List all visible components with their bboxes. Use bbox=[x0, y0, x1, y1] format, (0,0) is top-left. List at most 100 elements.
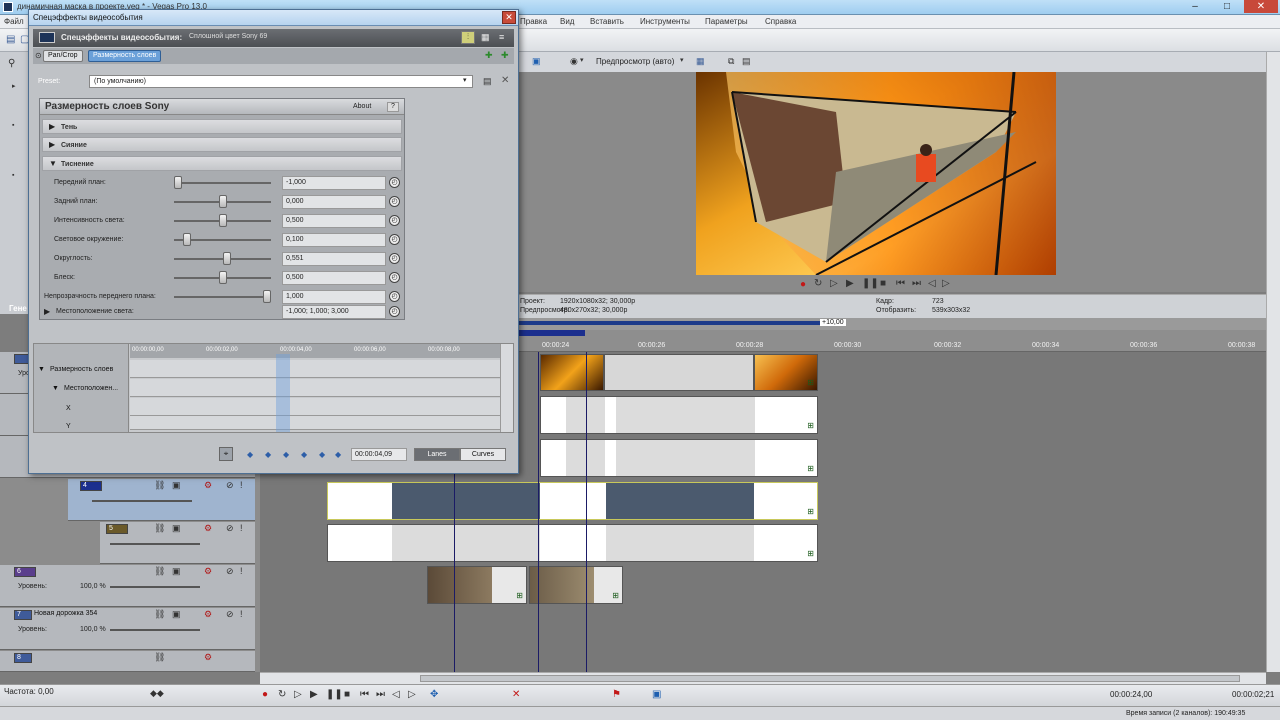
sync-cursor-icon[interactable]: ⌖ bbox=[219, 447, 233, 461]
stop-icon[interactable]: ■ bbox=[880, 278, 886, 289]
track-header-selected[interactable]: 4 ⛓ ▣ ⚙ ⊘ ! bbox=[68, 479, 255, 521]
animate-clock-icon[interactable]: ◴ bbox=[389, 215, 400, 226]
param-value[interactable]: 0,500 bbox=[282, 271, 386, 285]
event-fx-icon[interactable]: ⊞ bbox=[807, 507, 814, 516]
fx-chain-icon[interactable]: ⛓ bbox=[154, 609, 165, 620]
animate-clock-icon[interactable]: ◴ bbox=[389, 291, 400, 302]
footage-clip[interactable]: ⊞ bbox=[529, 566, 623, 604]
video-clip[interactable] bbox=[540, 354, 604, 391]
chevron-down-icon[interactable]: ▼ bbox=[52, 385, 59, 392]
param-value[interactable]: 0,500 bbox=[282, 214, 386, 228]
param-slider-knob[interactable] bbox=[219, 214, 227, 227]
event-fx-icon[interactable]: ⊞ bbox=[807, 464, 814, 473]
track-name[interactable]: Новая дорожка 354 bbox=[34, 610, 97, 617]
section-shadow[interactable]: ▶ Тень bbox=[42, 119, 402, 134]
track-fx-icon[interactable]: ⚙ bbox=[204, 480, 212, 491]
preview-mode-dropdown[interactable]: Предпросмотр (авто) bbox=[596, 57, 674, 66]
panel-expand-icon[interactable]: ▸ bbox=[12, 82, 16, 90]
grid-icon[interactable]: ▦ bbox=[481, 32, 490, 43]
chevron-down-icon[interactable]: ▾ bbox=[463, 76, 467, 84]
track-header[interactable]: 6 ⛓ ▣ ⚙ ⊘ ! Уровень: 100,0 % bbox=[0, 565, 255, 607]
tab-lanes[interactable]: Lanes bbox=[414, 448, 460, 461]
composite-mode-icon[interactable]: ▣ bbox=[172, 609, 181, 620]
chevron-down-icon[interactable]: ▾ bbox=[580, 56, 584, 64]
menu-file[interactable]: Файл bbox=[4, 17, 24, 26]
level-slider[interactable] bbox=[110, 543, 200, 545]
keyframe-lane[interactable] bbox=[130, 360, 500, 378]
solo-icon[interactable]: ! bbox=[240, 523, 243, 533]
next-frame-icon[interactable]: ▷ bbox=[408, 689, 416, 700]
event-fx-icon[interactable]: ⊞ bbox=[807, 549, 814, 558]
go-start-icon[interactable]: ⏮ bbox=[360, 689, 369, 700]
param-slider-track[interactable] bbox=[174, 296, 271, 298]
composite-mode-icon[interactable]: ▣ bbox=[172, 523, 181, 534]
keyframe-lane[interactable] bbox=[130, 398, 500, 416]
menu-view[interactable]: Вид bbox=[560, 17, 574, 26]
param-slider-knob[interactable] bbox=[219, 195, 227, 208]
go-start-icon[interactable]: ⏮ bbox=[896, 278, 905, 289]
next-keyframe-icon[interactable]: ◆ bbox=[283, 450, 289, 459]
keyframe-scrollbar[interactable] bbox=[500, 344, 513, 432]
menu-insert[interactable]: Вставить bbox=[590, 17, 624, 26]
composite-mode-icon[interactable]: ▣ bbox=[172, 480, 181, 491]
preview-quality-icon[interactable]: ◉ bbox=[570, 56, 578, 67]
search-icon[interactable]: ⚲ bbox=[8, 58, 15, 69]
param-slider-knob[interactable] bbox=[183, 233, 191, 246]
mask-clip[interactable]: ⊞ bbox=[540, 439, 818, 477]
mute-icon[interactable]: ⊘ bbox=[226, 566, 234, 577]
remove-fx-icon[interactable]: ✚ bbox=[501, 50, 509, 61]
param-slider-track[interactable] bbox=[174, 182, 271, 184]
close-icon[interactable]: ✕ bbox=[502, 11, 516, 24]
param-slider-knob[interactable] bbox=[174, 176, 182, 189]
event-fx-icon[interactable]: ⊞ bbox=[612, 591, 619, 600]
solid-color-clip-selected[interactable]: ⊞ bbox=[327, 482, 818, 520]
close-window-button[interactable]: ✕ bbox=[1244, 0, 1278, 13]
level-slider[interactable] bbox=[92, 500, 192, 502]
level-slider[interactable] bbox=[110, 629, 200, 631]
marker-icon[interactable]: ⚑ bbox=[612, 689, 621, 700]
panel-tab-label[interactable]: Гене bbox=[9, 304, 27, 313]
overlays-icon[interactable]: ▦ bbox=[696, 56, 705, 67]
preview-scrollbar[interactable] bbox=[1266, 52, 1280, 318]
prev-frame-icon[interactable]: ◁ bbox=[392, 689, 400, 700]
play-from-start-icon[interactable]: ▷ bbox=[830, 278, 838, 289]
track-fx-icon[interactable]: ⚙ bbox=[204, 652, 212, 663]
track-header[interactable]: 5 ⛓ ▣ ⚙ ⊘ ! bbox=[100, 522, 255, 564]
animate-clock-icon[interactable]: ◴ bbox=[389, 253, 400, 264]
video-clip[interactable] bbox=[604, 354, 754, 391]
solo-icon[interactable]: ! bbox=[240, 566, 243, 576]
event-fx-icon[interactable]: ⊞ bbox=[807, 378, 814, 387]
last-keyframe-icon[interactable]: ◆ bbox=[301, 450, 307, 459]
animate-clock-icon[interactable]: ◴ bbox=[389, 234, 400, 245]
chevron-down-icon[interactable]: ▾ bbox=[680, 56, 684, 64]
save-preset-icon[interactable]: ▤ bbox=[483, 76, 492, 87]
preview-settings-icon[interactable]: ▣ bbox=[532, 56, 541, 67]
pin-icon[interactable]: ⫶ bbox=[461, 31, 475, 44]
pause-icon[interactable]: ❚❚ bbox=[326, 689, 343, 700]
section-glow[interactable]: ▶ Сияние bbox=[42, 137, 402, 152]
param-value[interactable]: 0,100 bbox=[282, 233, 386, 247]
menu-options[interactable]: Параметры bbox=[705, 17, 748, 26]
chevron-down-icon[interactable]: ▼ bbox=[38, 366, 45, 373]
param-slider-knob[interactable] bbox=[219, 271, 227, 284]
menu-tools[interactable]: Инструменты bbox=[640, 17, 690, 26]
save-snapshot-icon[interactable]: ▤ bbox=[742, 56, 751, 67]
track-fx-icon[interactable]: ⚙ bbox=[204, 609, 212, 620]
keyframe-ruler[interactable]: 00:00:00,00 00:00:02,00 00:00:04,00 00:0… bbox=[130, 344, 500, 358]
fx-chain-icon[interactable]: ⛓ bbox=[154, 652, 165, 663]
animate-clock-icon[interactable]: ◴ bbox=[389, 177, 400, 188]
timeline-vertical-scrollbar[interactable] bbox=[1266, 318, 1280, 672]
solid-color-clip[interactable]: ⊞ bbox=[327, 524, 818, 562]
prev-keyframe-icon[interactable]: ◆ bbox=[265, 450, 271, 459]
fx-chain-icon[interactable]: ⛓ bbox=[154, 480, 165, 491]
minimize-button[interactable]: – bbox=[1180, 0, 1210, 13]
video-clip[interactable]: ⊞ bbox=[754, 354, 818, 391]
param-value[interactable]: -1,000; 1,000; 3,000 bbox=[282, 305, 386, 319]
menu-edit[interactable]: Правка bbox=[520, 17, 547, 26]
next-frame-icon[interactable]: ▷ bbox=[942, 278, 950, 289]
add-fx-icon[interactable]: ✚ bbox=[485, 50, 493, 61]
first-keyframe-icon[interactable]: ◆ bbox=[247, 450, 253, 459]
play-icon[interactable]: ▶ bbox=[846, 278, 854, 289]
keyframe-lane[interactable] bbox=[130, 416, 500, 430]
prev-frame-icon[interactable]: ◁ bbox=[928, 278, 936, 289]
